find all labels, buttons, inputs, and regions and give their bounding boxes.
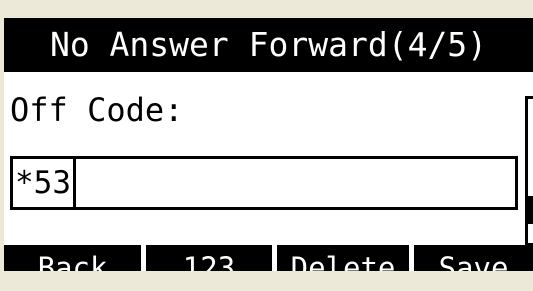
scrollbar-thumb[interactable] bbox=[528, 196, 533, 224]
off-code-value: *53 bbox=[13, 159, 76, 207]
bottom-border bbox=[0, 273, 533, 291]
lcd-display: No Answer Forward(4/5) Off Code: *53 Bac… bbox=[4, 18, 533, 271]
softkey-delete[interactable]: Delete bbox=[277, 245, 409, 271]
scrollbar[interactable] bbox=[525, 96, 533, 246]
screen-title: No Answer Forward(4/5) bbox=[4, 18, 533, 72]
softkey-save[interactable]: Save bbox=[414, 245, 533, 271]
softkey-back[interactable]: Back bbox=[4, 245, 141, 271]
softkey-bar: Back 123 Delete Save bbox=[4, 245, 533, 271]
off-code-input[interactable]: *53 bbox=[10, 156, 518, 210]
phone-screen-frame: No Answer Forward(4/5) Off Code: *53 Bac… bbox=[0, 0, 533, 291]
off-code-label: Off Code: bbox=[10, 91, 184, 129]
softkey-123[interactable]: 123 bbox=[146, 245, 272, 271]
